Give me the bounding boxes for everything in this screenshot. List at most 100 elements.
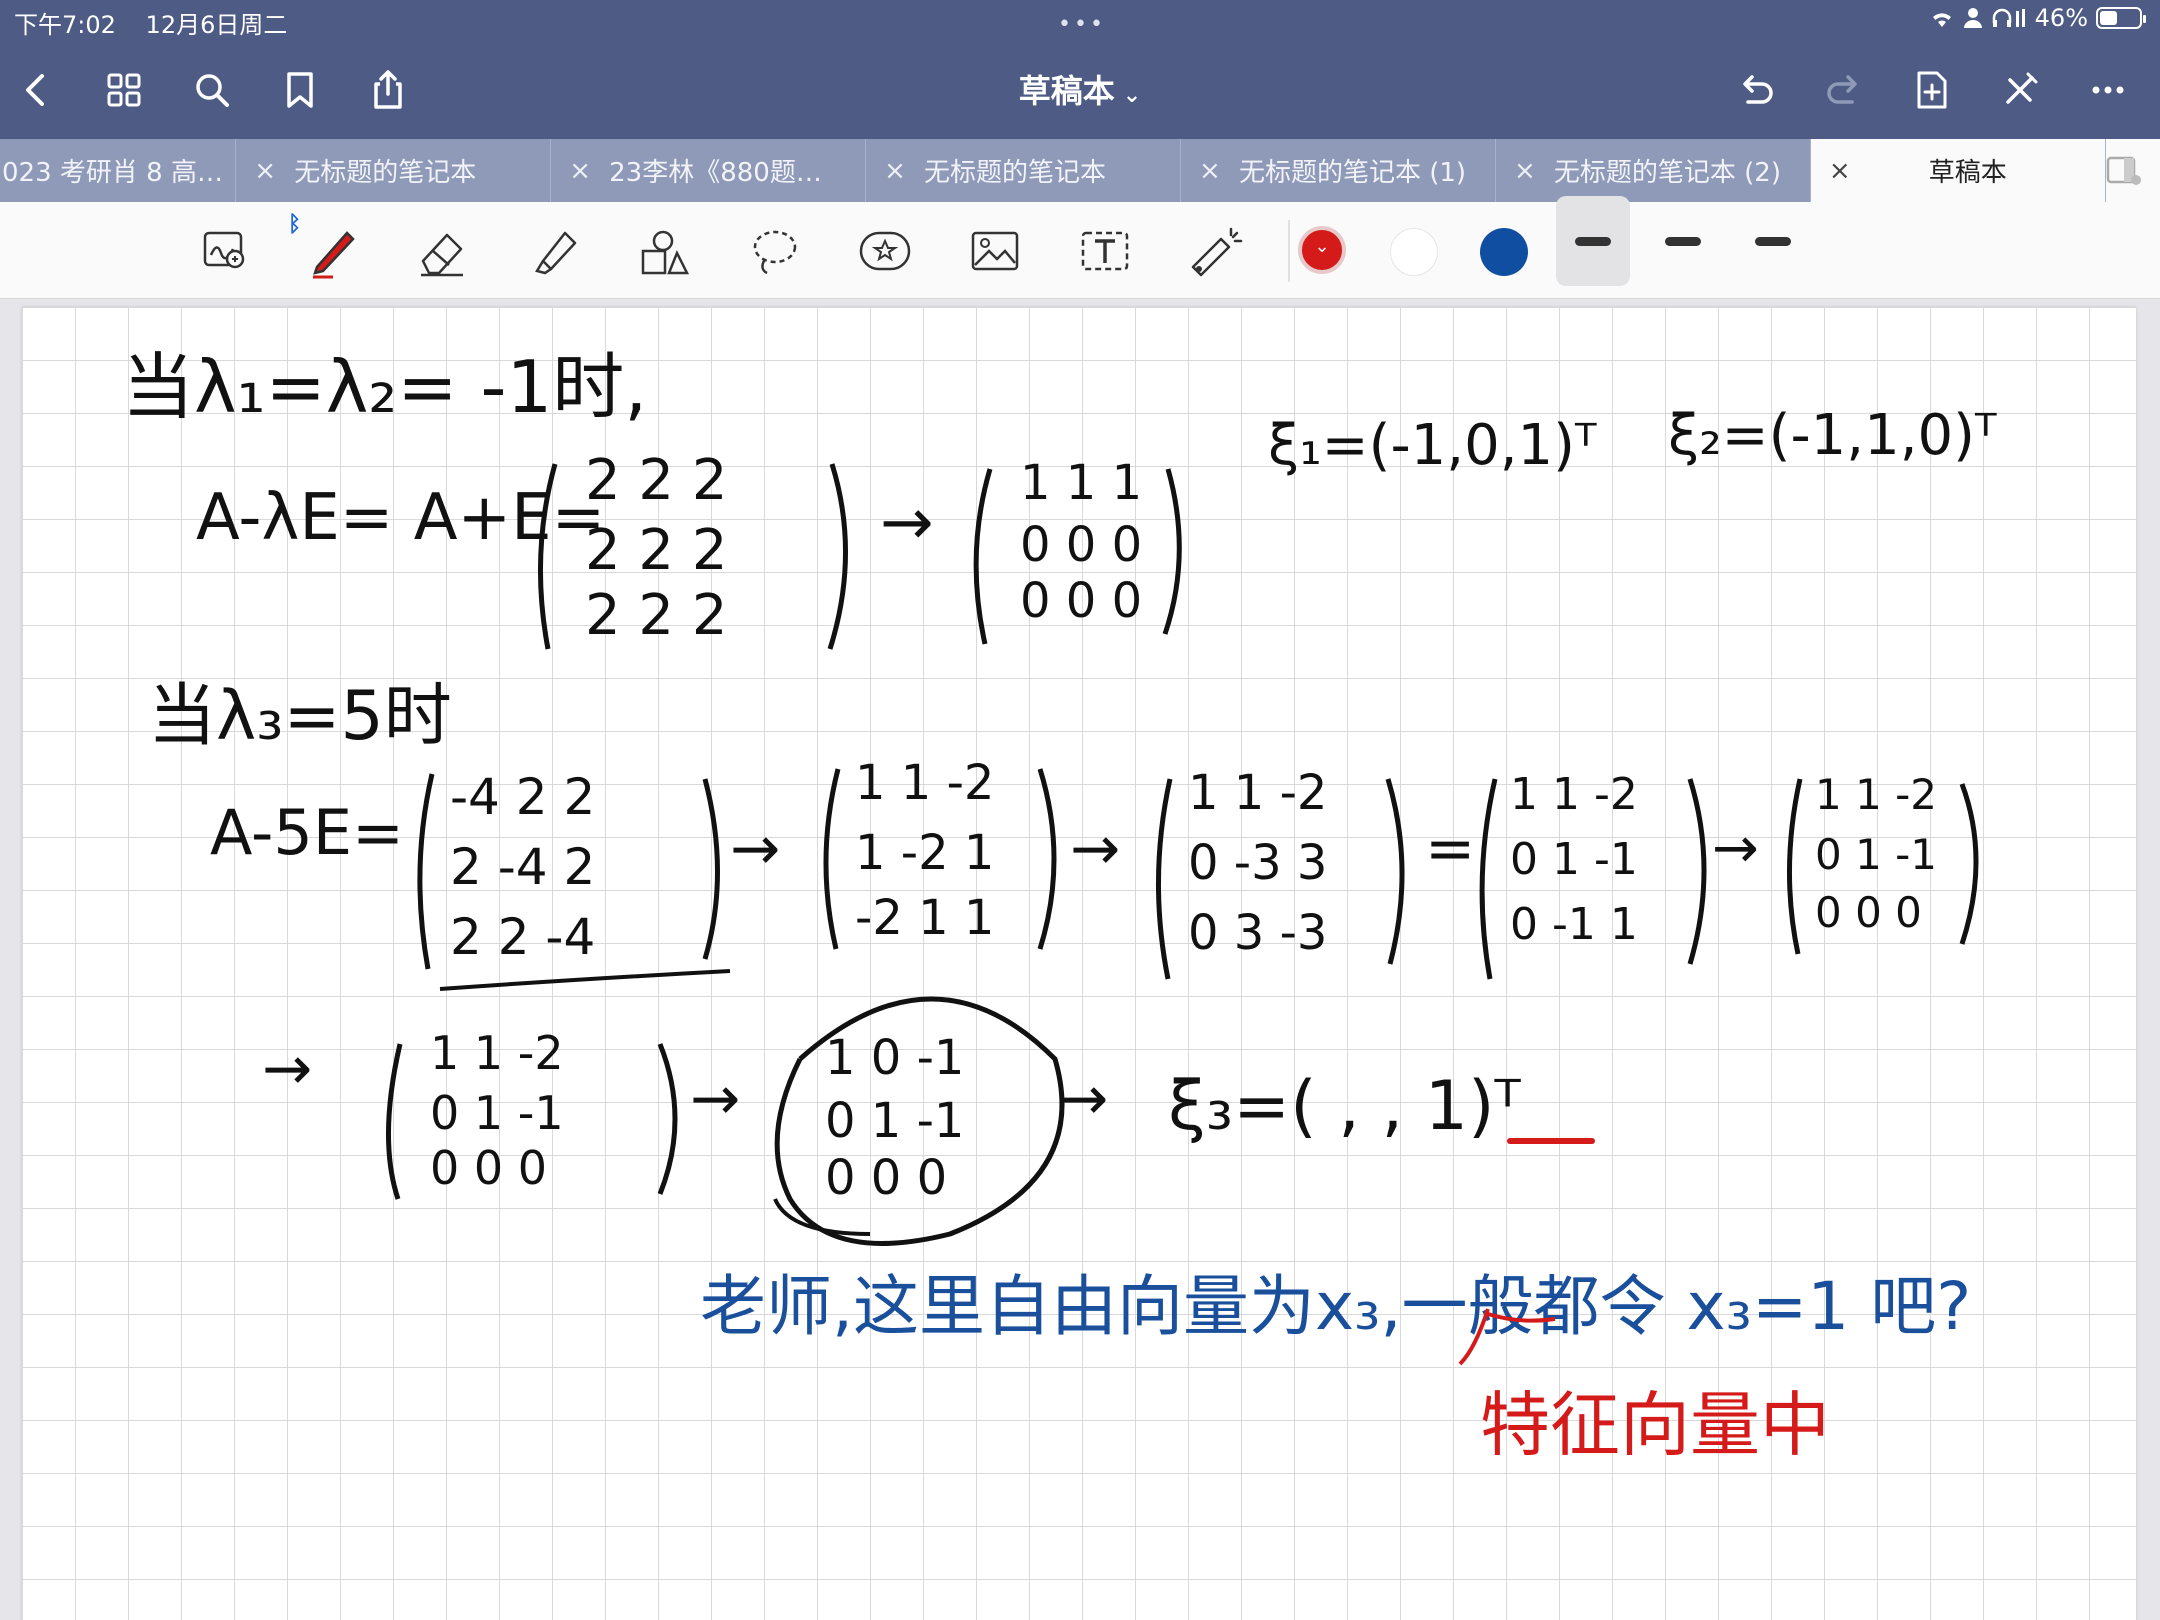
stroke-sample (1665, 236, 1701, 246)
notebook-title-text: 草稿本 (1018, 72, 1115, 110)
tab-kaoyan[interactable]: 023 考研肖 8 高… (0, 139, 237, 202)
matrix-step-1: 1 1 -2 1 -2 1 -2 1 1 (823, 755, 1057, 950)
share-button[interactable] (360, 62, 416, 118)
matrix-row: 0 -3 3 (1188, 835, 1327, 891)
pen-tool[interactable] (300, 218, 366, 284)
matrix-step-2: 1 1 -2 0 -3 3 0 3 -3 (1155, 765, 1405, 980)
tool-bar: ᛒ (0, 202, 2160, 299)
matrix-row: 0 1 -1 (1510, 834, 1638, 885)
search-button[interactable] (184, 62, 240, 118)
tab-label: 无标题的笔记本 (2) (1553, 158, 1781, 188)
tab-close-icon[interactable]: × (551, 156, 609, 186)
shapes-tool[interactable] (632, 218, 698, 284)
matrix-row: 0 3 -3 (1188, 905, 1327, 961)
matrix-step-3: 1 1 -2 0 1 -1 0 -1 1 (1479, 769, 1707, 980)
insertion-text: 特征向量中 (1480, 1384, 1830, 1466)
tab-untitled-1[interactable]: × 无标题的笔记本 (1) (1181, 139, 1496, 202)
notebook-title[interactable]: 草稿本 ⌄ (930, 66, 1230, 112)
close-pen-button[interactable] (1992, 62, 2048, 118)
handwriting-layer[interactable]: 当λ₁=λ₂= -1时, ξ₁=(-1,0,1)ᵀ ξ₂=(-1,1,0)ᵀ A… (0, 299, 2160, 1620)
arrow-6: → (690, 1064, 740, 1134)
chevron-down-icon: ⌄ (1314, 236, 1330, 257)
highlighter-tool[interactable] (522, 218, 588, 284)
matrix-row: 0 0 0 (1020, 573, 1142, 629)
matrix-row: 1 0 -1 (825, 1030, 964, 1086)
matrix-row: 0 1 -1 (1815, 830, 1937, 879)
back-button[interactable] (8, 62, 64, 118)
tab-untitled[interactable]: × 无标题的笔记本 (236, 139, 552, 202)
eraser-icon (421, 233, 463, 277)
arrow-2: → (730, 814, 780, 884)
matrix-a-plus-e: 2 2 2 2 2 2 2 2 2 (537, 448, 848, 650)
text-tool[interactable] (1072, 218, 1138, 284)
note-xi3: ξ₃=( , , 1)ᵀ (1168, 1067, 1522, 1146)
teacher-question: 老师,这里自由向量为x₃,一般都令 x₃=1 吧? (700, 1268, 1971, 1345)
close-pen-icon (2006, 72, 2038, 104)
sticker-tool[interactable] (852, 218, 918, 284)
matrix-a-minus-5e: -4 2 2 2 -4 2 2 2 -4 (417, 768, 731, 991)
matrix-row: 2 2 2 (585, 448, 728, 513)
tab-untitled-2b[interactable]: × 无标题的笔记本 (2) (1496, 139, 1811, 202)
multitask-dots-icon[interactable]: ••• (1058, 12, 1106, 37)
stroke-thickness-2[interactable] (1646, 196, 1720, 286)
window-icon[interactable] (2106, 155, 2142, 187)
color-swatch-red[interactable]: ⌄ (1298, 226, 1346, 274)
bookmark-button[interactable] (272, 62, 328, 118)
grid-view-button[interactable] (96, 62, 152, 118)
tab-close-icon[interactable]: × (1496, 156, 1554, 186)
wifi-icon (1932, 13, 1951, 27)
tab-label: 无标题的笔记本 (294, 158, 477, 188)
eraser-tool[interactable] (410, 218, 476, 284)
redo-button[interactable] (1816, 62, 1872, 118)
battery-level (2100, 11, 2118, 25)
stroke-thickness-1[interactable] (1556, 196, 1630, 286)
stroke-thickness-3[interactable] (1736, 196, 1810, 286)
arrow-4: → (1712, 816, 1759, 881)
matrix-row: -2 1 1 (855, 890, 994, 946)
tab-draft-active[interactable]: × 草稿本 (1810, 139, 2107, 202)
tab-close-icon[interactable]: × (1811, 156, 1869, 186)
tab-strip: 023 考研肖 8 高… × 无标题的笔记本 × 23李林《880题… × 无标… (0, 139, 2160, 202)
person-icon (1963, 8, 1982, 28)
toolbar-divider (1288, 220, 1290, 282)
lasso-tool[interactable] (742, 218, 808, 284)
tab-close-icon[interactable]: × (236, 156, 294, 186)
lasso-icon (753, 230, 797, 275)
color-swatch-blue[interactable] (1480, 228, 1528, 276)
stroke-sample (1755, 236, 1791, 246)
matrix-row: 0 0 0 (1815, 888, 1922, 937)
matrix-row: -4 2 2 (450, 768, 595, 826)
undo-icon (1743, 75, 1773, 104)
matrix-row: 1 1 -2 (1510, 769, 1638, 820)
tab-label: 草稿本 (1928, 158, 2007, 188)
tab-untitled-2[interactable]: × 无标题的笔记本 (866, 139, 1181, 202)
undo-button[interactable] (1728, 62, 1784, 118)
arrow-3: → (1070, 814, 1120, 884)
arrow-7: → (1058, 1064, 1108, 1134)
tab-880[interactable]: × 23李林《880题… (551, 139, 867, 202)
tab-close-icon[interactable]: × (866, 156, 924, 186)
stroke-sample (1575, 236, 1611, 246)
status-time: 下午7:02 (14, 11, 116, 39)
color-swatch-white[interactable] (1390, 228, 1438, 276)
add-page-icon (1917, 71, 1947, 109)
matrix-row: 1 1 -2 (1815, 770, 1937, 819)
matrix-row: 2 2 2 (585, 518, 728, 583)
laser-pointer-tool[interactable] (1182, 218, 1248, 284)
tab-label: 无标题的笔记本 (924, 158, 1107, 188)
zoom-lasso-icon (203, 231, 245, 269)
canvas-area[interactable]: 当λ₁=λ₂= -1时, ξ₁=(-1,0,1)ᵀ ξ₂=(-1,1,0)ᵀ A… (0, 299, 2160, 1620)
more-button[interactable] (2080, 62, 2136, 118)
matrix-row: 0 -1 1 (1510, 899, 1638, 950)
chevron-down-icon: ⌄ (1122, 83, 1142, 108)
text-icon (1081, 231, 1129, 271)
zoom-lasso-tool[interactable] (192, 218, 258, 284)
matrix-row: 0 1 -1 (825, 1093, 964, 1149)
tab-label: 23李林《880题… (609, 158, 822, 188)
matrix-row: 0 0 0 (1020, 517, 1142, 573)
bookmark-icon (287, 72, 313, 108)
add-page-button[interactable] (1904, 62, 1960, 118)
matrix-row: 1 1 -2 (1188, 765, 1327, 821)
image-tool[interactable] (962, 218, 1028, 284)
tab-close-icon[interactable]: × (1181, 156, 1239, 186)
